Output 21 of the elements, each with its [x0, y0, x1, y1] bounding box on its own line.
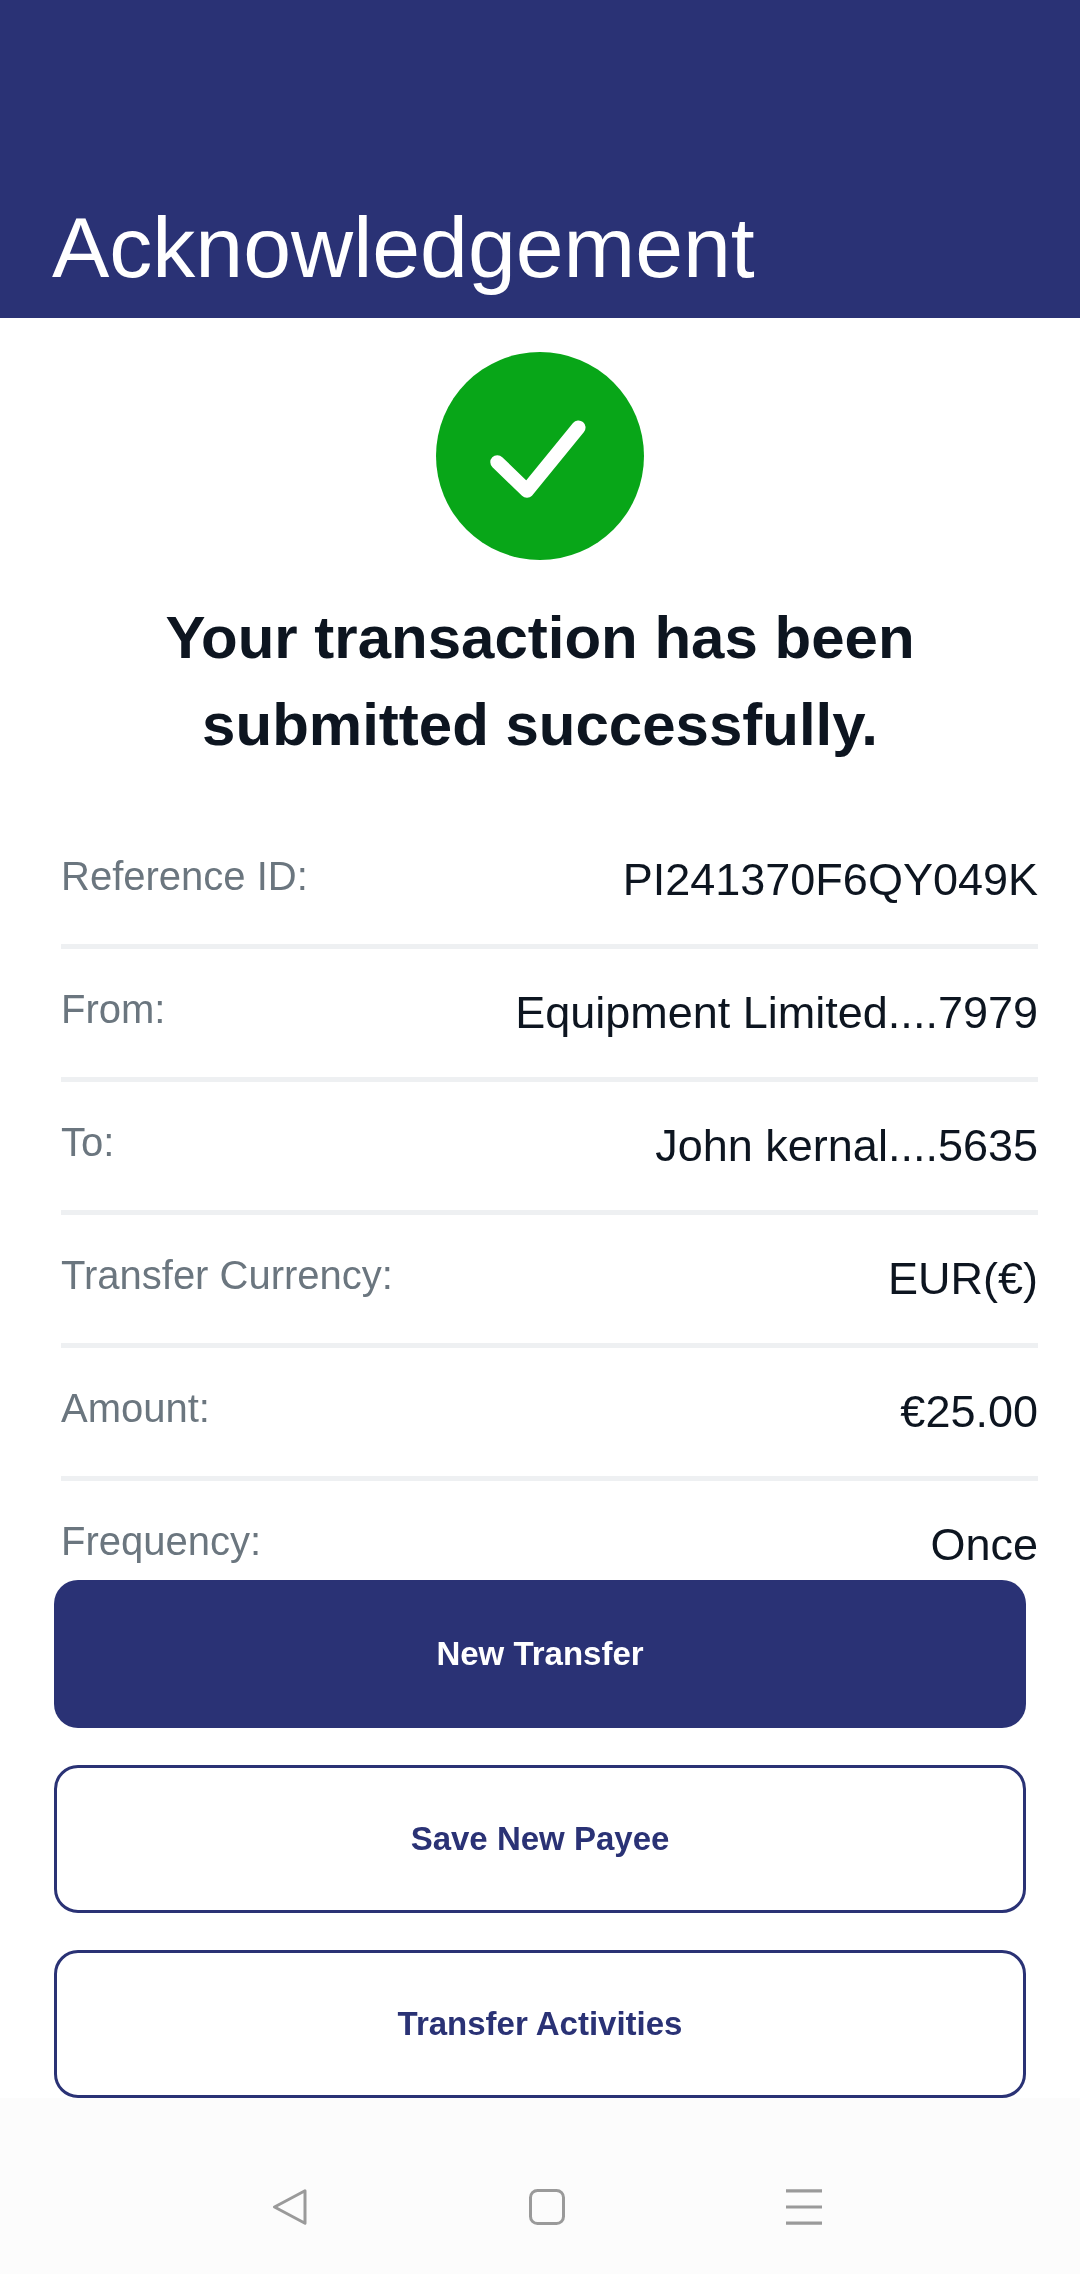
status-message: Your transaction has been submitted successfully. [164, 603, 916, 760]
detail-label: To: [61, 1119, 115, 1166]
page-title: Acknowledgement [52, 198, 755, 297]
detail-value: Once [930, 1518, 1038, 1572]
detail-label: Frequency: [61, 1518, 262, 1565]
detail-label: Amount: [61, 1385, 210, 1432]
detail-value: EUR(€) [888, 1252, 1038, 1306]
detail-value: Equipment Limited....7979 [515, 986, 1038, 1040]
detail-label: Transfer Currency: [61, 1252, 393, 1299]
outline-button[interactable]: Transfer Activities [54, 1950, 1026, 2098]
check-circle-icon [436, 352, 644, 560]
detail-label: Reference ID: [61, 853, 308, 900]
detail-value: John kernal....5635 [655, 1119, 1038, 1173]
menu-icon[interactable] [786, 2189, 822, 2225]
home-icon[interactable] [529, 2189, 565, 2225]
detail-value: €25.00 [900, 1385, 1038, 1439]
primary-button[interactable]: New Transfer [54, 1580, 1026, 1728]
detail-value: PI241370F6QY049K [622, 853, 1038, 907]
outline-button[interactable]: Save New Payee [54, 1765, 1026, 1913]
back-icon[interactable] [272, 2189, 308, 2225]
detail-label: From: [61, 986, 166, 1033]
